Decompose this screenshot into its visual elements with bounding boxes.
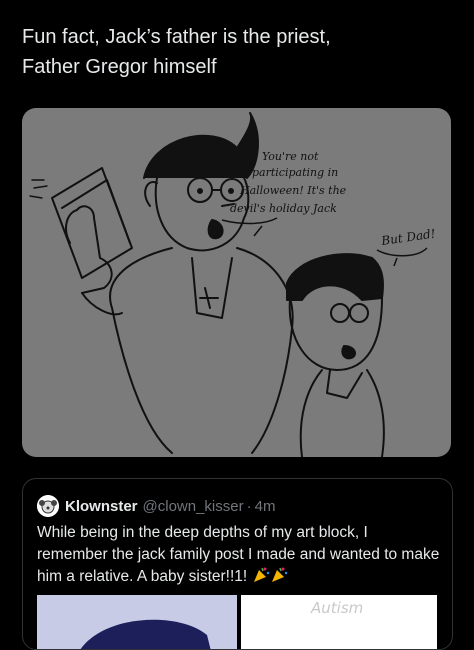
quote-header: Klownster @clown_kisser · 4m: [37, 495, 275, 517]
reply-bubble-text: But Dad!: [379, 227, 436, 249]
drawing-father-and-son: You're not participating in Halloween! I…: [29, 112, 437, 457]
quote-text-container: While being in the deep depths of my art…: [37, 522, 442, 591]
speech-line-1: You're not: [262, 150, 319, 163]
quote-timestamp[interactable]: 4m: [255, 498, 276, 515]
quoted-tweet[interactable]: Klownster @clown_kisser · 4m While being…: [22, 478, 453, 650]
speech-line-4: devil's holiday Jack: [230, 202, 337, 215]
avatar[interactable]: [37, 495, 59, 517]
party-popper-icon: [270, 566, 288, 591]
clown-avatar-icon: [37, 495, 59, 517]
drawing-label: Autism: [311, 599, 364, 617]
speech-line-3: Halloween! It's the: [239, 184, 347, 197]
speech-line-2: participating in: [252, 166, 338, 179]
tweet-image[interactable]: You're not participating in Halloween! I…: [22, 108, 451, 457]
quote-display-name[interactable]: Klownster: [65, 498, 138, 515]
party-popper-icon: [252, 566, 270, 591]
quote-handle[interactable]: @clown_kisser: [143, 498, 244, 515]
tweet-text: Fun fact, Jack’s father is the priest, F…: [22, 26, 331, 78]
quote-text: While being in the deep depths of my art…: [37, 524, 440, 585]
separator: ·: [246, 497, 252, 515]
